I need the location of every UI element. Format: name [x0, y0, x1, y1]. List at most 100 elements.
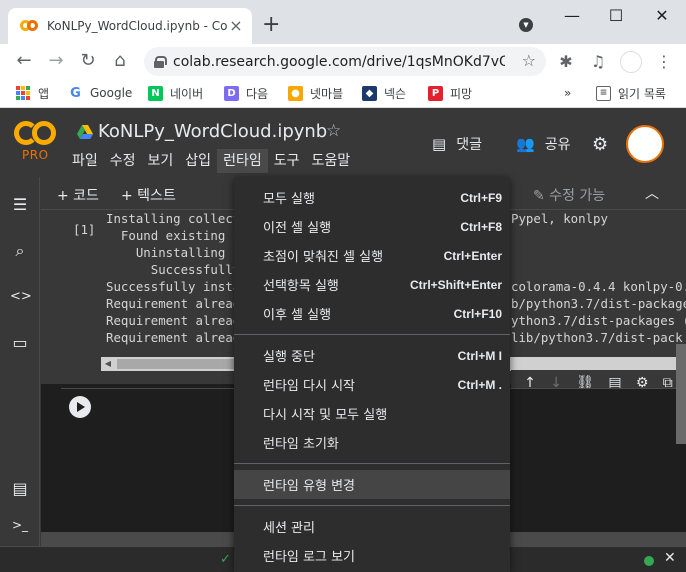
code-snippets-icon[interactable]: <> — [10, 287, 32, 307]
apps-grid-icon — [16, 86, 30, 100]
menu-item-run-after[interactable]: 이후 셀 실행 Ctrl+F10 — [234, 299, 510, 328]
tab-title: KoNLPy_WordCloud.ipynb - Col — [47, 19, 228, 33]
menu-item-shortcut: Ctrl+M . — [457, 377, 502, 392]
output-line: Successfully — [106, 262, 241, 277]
menu-item-restart-and-run-all[interactable]: 다시 시작 및 모두 실행 — [234, 399, 510, 428]
maximize-icon[interactable]: ☐ — [602, 6, 630, 26]
output-line-tail: b/python3.7/dist-package — [511, 296, 686, 311]
tab-search-icon[interactable]: ▼ — [519, 18, 533, 32]
output-line: Requirement alread — [106, 296, 241, 311]
comment-label: 댓글 — [456, 137, 482, 153]
forward-icon[interactable]: → — [44, 49, 68, 73]
menu-insert[interactable]: 삽입 — [179, 149, 217, 173]
share-button[interactable]: 👥 공유 — [516, 133, 570, 155]
menu-item-interrupt[interactable]: 실행 중단 Ctrl+M I — [234, 341, 510, 370]
menu-item-run-focused[interactable]: 초점이 맞춰진 셀 실행 Ctrl+Enter — [234, 241, 510, 270]
bookmark-label: 넷마블 — [310, 86, 344, 101]
command-palette-icon[interactable]: ▤ — [10, 479, 30, 499]
colab-logo-icon[interactable] — [14, 121, 58, 145]
bookmark-daum[interactable]: D 다음 — [224, 84, 268, 102]
output-line: Found existing i — [106, 228, 241, 243]
bookmarks-overflow[interactable]: » — [564, 84, 571, 102]
menu-item-shortcut: Ctrl+F10 — [453, 306, 502, 321]
menu-view[interactable]: 보기 — [142, 149, 180, 173]
menu-edit[interactable]: 수정 — [104, 149, 142, 173]
bookmark-naver[interactable]: N 네이버 — [148, 84, 203, 102]
bookmark-nexon[interactable]: ◆ 넥슨 — [362, 84, 406, 102]
menu-separator — [234, 505, 510, 506]
menu-runtime[interactable]: 런타임 — [217, 149, 268, 173]
collapse-chevron-icon[interactable]: ︿ — [645, 183, 659, 203]
home-icon[interactable]: ⌂ — [108, 49, 132, 73]
star-notebook-icon[interactable]: ☆ — [326, 121, 341, 141]
bookmark-star-icon[interactable]: ☆ — [522, 51, 536, 70]
url-text[interactable]: colab.research.google.com/drive/1qsMnOKd… — [173, 54, 505, 70]
menu-item-label: 초점이 맞춰진 셀 실행 — [263, 250, 384, 265]
search-icon[interactable]: ⌕ — [10, 241, 30, 261]
scrollbar-thumb[interactable] — [117, 359, 237, 369]
window-close-icon[interactable]: ✕ — [648, 6, 676, 26]
notebook-title[interactable]: KoNLPy_WordCloud.ipynb — [98, 121, 327, 142]
menu-item-factory-reset[interactable]: 런타임 초기화 — [234, 428, 510, 457]
scroll-left-arrow-icon[interactable]: ◀ — [101, 357, 115, 371]
close-tab-icon[interactable]: × — [228, 18, 244, 34]
account-avatar[interactable] — [626, 125, 664, 163]
reading-list[interactable]: ≡ 읽기 목록 — [596, 84, 666, 102]
menu-item-restart-runtime[interactable]: 런타임 다시 시작 Ctrl+M . — [234, 370, 510, 399]
close-status-icon[interactable]: ✕ — [664, 550, 676, 566]
run-cell-play-icon[interactable] — [69, 396, 91, 418]
add-code-button[interactable]: + 코드 — [57, 185, 99, 205]
output-line: Uninstalling b — [106, 245, 241, 260]
media-control-icon[interactable]: ♫ — [588, 53, 608, 71]
profile-avatar[interactable] — [620, 51, 642, 73]
menu-item-change-runtime-type[interactable]: 런타임 유형 변경 — [234, 470, 510, 499]
connection-status-icon[interactable] — [644, 556, 654, 566]
menu-item-shortcut: Ctrl+Shift+Enter — [409, 277, 502, 292]
menu-item-view-runtime-logs[interactable]: 런타임 로그 보기 — [234, 541, 510, 570]
menu-file[interactable]: 파일 — [66, 149, 104, 173]
new-tab-icon[interactable]: + — [262, 14, 280, 36]
menu-item-manage-sessions[interactable]: 세션 관리 — [234, 512, 510, 541]
menu-item-label: 모두 실행 — [263, 192, 315, 207]
menu-item-shortcut: Ctrl+F9 — [460, 190, 502, 205]
reading-list-label: 읽기 목록 — [618, 86, 666, 101]
edit-mode-label: 수정 가능 — [549, 188, 606, 204]
bookmark-google[interactable]: G Google — [68, 84, 132, 102]
menu-help[interactable]: 도움말 — [305, 149, 356, 173]
menu-tools[interactable]: 도구 — [268, 149, 306, 173]
menu-item-run-before[interactable]: 이전 셀 실행 Ctrl+F8 — [234, 212, 510, 241]
table-of-contents-icon[interactable]: ☰ — [10, 195, 30, 215]
terminal-icon[interactable]: >_ — [10, 515, 30, 535]
minimize-icon[interactable]: — — [558, 6, 586, 26]
files-folder-icon[interactable]: ▭ — [10, 333, 30, 353]
bookmarks-bar: 앱 G Google N 네이버 D 다음 ● 넷마블 ◆ 넥슨 P 피망 » … — [0, 78, 686, 108]
browser-menu-icon[interactable]: ⋮ — [656, 52, 672, 71]
add-text-button[interactable]: + 텍스트 — [121, 185, 176, 205]
daum-d-icon: D — [224, 85, 239, 101]
bookmark-netmarble[interactable]: ● 넷마블 — [288, 84, 343, 102]
settings-gear-icon[interactable]: ⚙ — [592, 133, 608, 155]
browser-toolbar: ← → ↻ ⌂ colab.research.google.com/drive/… — [0, 44, 686, 78]
menu-item-label: 런타임 로그 보기 — [263, 550, 355, 565]
bookmark-apps[interactable]: 앱 — [16, 84, 49, 102]
people-icon: 👥 — [516, 135, 535, 153]
address-bar[interactable]: colab.research.google.com/drive/1qsMnOKd… — [144, 47, 546, 76]
comment-button[interactable]: ▤ 댓글 — [432, 133, 482, 155]
colab-favicon-icon — [20, 20, 38, 32]
notebook-vertical-scrollbar[interactable] — [676, 344, 686, 444]
browser-tab-strip: KoNLPy_WordCloud.ipynb - Col × + ▼ — ☐ ✕ — [0, 0, 686, 44]
menu-item-run-selection[interactable]: 선택항목 실행 Ctrl+Shift+Enter — [234, 270, 510, 299]
netmarble-icon: ● — [288, 85, 303, 101]
colab-header: PRO KoNLPy_WordCloud.ipynb ☆ 파일 수정 보기 삽입… — [0, 109, 686, 177]
menu-item-shortcut: Ctrl+F8 — [460, 219, 502, 234]
menu-item-run-all[interactable]: 모두 실행 Ctrl+F9 — [234, 183, 510, 212]
menu-item-label: 선택항목 실행 — [263, 279, 339, 294]
menu-item-label: 다시 시작 및 모두 실행 — [263, 408, 388, 423]
bookmark-pmang[interactable]: P 피망 — [428, 84, 472, 102]
edit-mode-button[interactable]: ✎ 수정 가능 — [533, 185, 605, 205]
reload-icon[interactable]: ↻ — [76, 49, 100, 73]
back-icon[interactable]: ← — [12, 49, 36, 73]
browser-tab[interactable]: KoNLPy_WordCloud.ipynb - Col × — [8, 8, 252, 44]
lock-icon[interactable] — [154, 55, 167, 68]
extensions-icon[interactable]: ✱ — [556, 53, 576, 71]
